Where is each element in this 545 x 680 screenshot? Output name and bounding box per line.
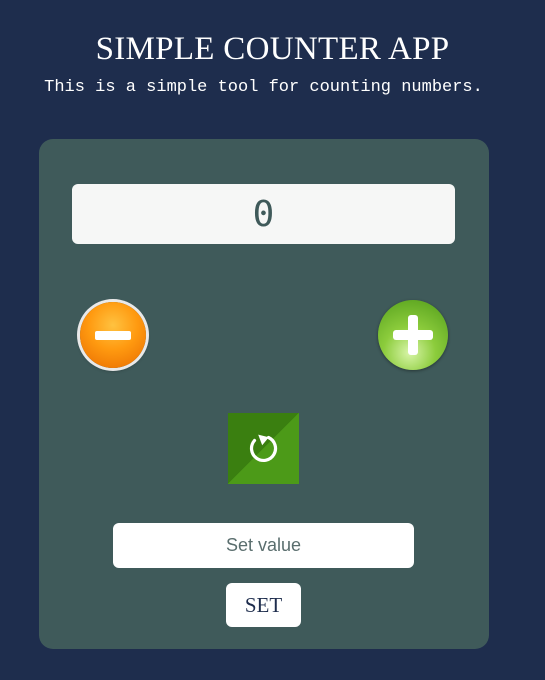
page-subtitle: This is a simple tool for counting numbe…: [44, 78, 483, 97]
reset-button[interactable]: [228, 413, 299, 484]
minus-icon: [95, 331, 131, 340]
increment-button[interactable]: [378, 300, 448, 370]
decrement-button[interactable]: [80, 302, 146, 368]
page-title: SIMPLE COUNTER APP: [95, 31, 450, 67]
counter-display: 0: [72, 184, 455, 244]
set-value-input[interactable]: [113, 523, 414, 568]
set-button[interactable]: SET: [226, 583, 301, 627]
refresh-icon: [249, 434, 278, 462]
